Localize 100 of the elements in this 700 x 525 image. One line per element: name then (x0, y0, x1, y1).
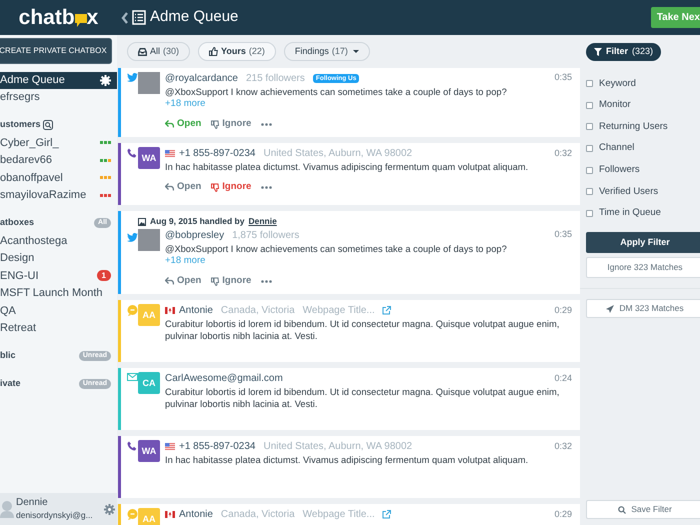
sender-name[interactable]: +1 855-897-0234 (179, 146, 256, 161)
sender-name[interactable]: @royalcardance (165, 70, 238, 86)
message-time: 0:24 (554, 372, 572, 384)
flag-icon (165, 306, 175, 314)
filter-option[interactable]: Returning Users (586, 116, 700, 138)
sender-info: 215 followers (246, 72, 305, 86)
message-card[interactable]: WA +1 855-897-0234 United States, Auburn, WA 98002 0:32 In hac habitasse platea dictumst. Vivamus adipiscing fermentum quam volutpat aliquam. Open Ignore (118, 143, 580, 206)
filter-option[interactable]: Channel (586, 138, 700, 160)
create-chatbox-button[interactable]: CREATE PRIVATE CHATBOX (0, 38, 112, 64)
message-card[interactable]: AA Antonie Canada, Victoria Webpage Title... 0:29 Curabitur lobortis id lorem id bibendum. Ut id consectetur magna. Quisque volutpat augue enim, pulvinar lobortis nibh lacinia at. Vesti. (118, 300, 580, 362)
reply-arrow-icon (165, 183, 174, 192)
sidebar-item[interactable]: Retreat (0, 320, 117, 337)
filter-button[interactable]: Filter (323) (586, 42, 662, 60)
message-card[interactable]: AA Antonie Canada, Victoria Webpage Title... 0:29 (118, 504, 580, 525)
avatar: CA (138, 372, 160, 394)
apply-filter-button[interactable]: Apply Filter (586, 232, 700, 254)
sender-info: 1,875 followers (232, 228, 300, 242)
sender-name[interactable]: +1 855-897-0234 (179, 438, 256, 454)
sidebar-item[interactable]: bedarev66 (0, 152, 117, 169)
ignore-button[interactable]: Ignore (211, 117, 252, 132)
section-heading: atboxes (0, 216, 34, 230)
funnel-icon (594, 48, 602, 56)
checkbox[interactable] (586, 166, 593, 174)
checkbox[interactable] (586, 145, 593, 152)
message-card[interactable]: WA +1 855-897-0234 United States, Auburn, WA 98002 0:32 In hac habitasse platea dictumst. Vivamus adipiscing fermentum quam volutpat aliquam. (118, 436, 580, 498)
phone-icon (127, 441, 137, 452)
queue-item[interactable]: Adme Queue (0, 72, 117, 89)
user-email: denisordynskyi@g... (16, 509, 93, 521)
sender-info: Webpage Title... (302, 304, 375, 318)
photo-placeholder (138, 72, 160, 94)
gear-icon (100, 75, 111, 86)
more-dots-icon (261, 122, 272, 126)
sender-name[interactable]: Antonie (179, 506, 213, 522)
bird-icon (127, 73, 138, 82)
filter-option[interactable]: Keyword (586, 73, 700, 95)
avatar: AA (138, 508, 160, 525)
checkbox[interactable] (586, 210, 593, 217)
ignore-button[interactable]: Ignore (211, 274, 252, 288)
speech-bubble-icon (74, 14, 87, 27)
sender-name[interactable]: @bobpresley (165, 228, 224, 242)
photo-placeholder (138, 229, 160, 251)
checkbox[interactable] (586, 123, 593, 130)
sender-info: Canada, Victoria (220, 508, 295, 522)
user-name: Dennie (16, 497, 49, 509)
more-dots-icon (261, 280, 272, 283)
message-text: Curabitur lobortis id lorem id bibendum. Ut id consectetur magna. Quisque volutpat augue enim, pulvinar lobortis nibh lacinia at. Vesti. (165, 318, 560, 342)
count-badge: 1 (96, 270, 111, 282)
sidebar-item[interactable]: smayilovaRazime (0, 186, 117, 204)
ignore-button[interactable]: Ignore (211, 180, 252, 194)
open-button[interactable]: Open (165, 274, 202, 288)
thumbs-down-icon (211, 182, 220, 192)
sidebar-item[interactable]: Design (0, 250, 117, 267)
filter-option[interactable]: Verified Users (586, 180, 700, 203)
message-time: 0:29 (554, 508, 572, 520)
ignore-matches-button[interactable]: Ignore 323 Matches (586, 257, 700, 278)
message-card[interactable]: CA CarlAwesome@gmail.com 0:24 Curabitur lobortis id lorem id bibendum. Ut id consectetur magna. Quisque volutpat augue enim, pulvinar lobortis nibh lacinia at. Vesti. (118, 368, 580, 430)
queue-item[interactable]: efrsegrs (0, 89, 117, 106)
reply-arrow-icon (165, 120, 174, 128)
sender-info: United States, Auburn, WA 98002 (263, 440, 412, 454)
gear-icon (104, 504, 115, 514)
checkbox[interactable] (586, 188, 593, 196)
filter-tab[interactable]: Findings (17) (284, 42, 370, 61)
message-time: 0:29 (554, 304, 572, 316)
inbox-icon (138, 48, 147, 56)
avatar: AA (138, 304, 160, 326)
search-icon (618, 506, 626, 514)
checkbox[interactable] (586, 102, 593, 109)
sidebar-item[interactable]: Cyber_Girl_ (0, 134, 117, 152)
sidebar-item[interactable]: MSFT Launch Month (0, 284, 117, 302)
filter-tab[interactable]: All (30) (127, 42, 190, 61)
search-icon (42, 120, 53, 130)
section-heading: ustomers (0, 118, 41, 132)
sidebar-item[interactable]: obanoffpavel (0, 169, 117, 186)
filter-option[interactable]: Followers (586, 159, 700, 181)
user-link[interactable]: Dennie (248, 215, 277, 228)
thumbs-up-icon (209, 47, 218, 56)
dm-matches-button[interactable]: DM 323 Matches (586, 299, 700, 318)
page-title: Adme Queue (150, 7, 240, 28)
sidebar-item[interactable]: QA (0, 302, 117, 320)
open-button[interactable]: Open (165, 180, 202, 194)
sender-name[interactable]: Antonie (179, 302, 213, 318)
message-card[interactable]: Aug 9, 2015 handled by Dennie @bobpresley 1,875 followers 0:35 @XboxSupport I know achievements can sometimes take a couple of days to pop? +18 more Open Ignore (118, 211, 580, 294)
reply-arrow-icon (165, 277, 174, 286)
message-time: 0:35 (554, 71, 572, 84)
avatar: WA (138, 147, 160, 170)
message-text: In hac habitasse platea dictumst. Vivamus adipiscing fermentum quam volutpat aliquam. (165, 161, 530, 174)
filter-tab[interactable]: Yours (22) (198, 42, 276, 61)
filter-option[interactable]: Monitor (586, 94, 700, 116)
logo-text: chatb (18, 7, 75, 28)
checkbox[interactable] (586, 80, 593, 88)
list-icon (132, 10, 146, 25)
chat-bubble-icon (127, 305, 138, 316)
save-filter-button[interactable]: Save Filter (586, 500, 700, 519)
flag-icon (165, 150, 175, 157)
sender-name[interactable]: CarlAwesome@gmail.com (165, 370, 283, 386)
filter-option[interactable]: Time in Queue (586, 202, 700, 224)
avatar: WA (138, 440, 160, 462)
avatar-icon (0, 500, 14, 518)
sidebar-item[interactable]: ENG-UI 1 (0, 267, 117, 284)
sidebar-item[interactable]: Acanthostega (0, 232, 117, 250)
